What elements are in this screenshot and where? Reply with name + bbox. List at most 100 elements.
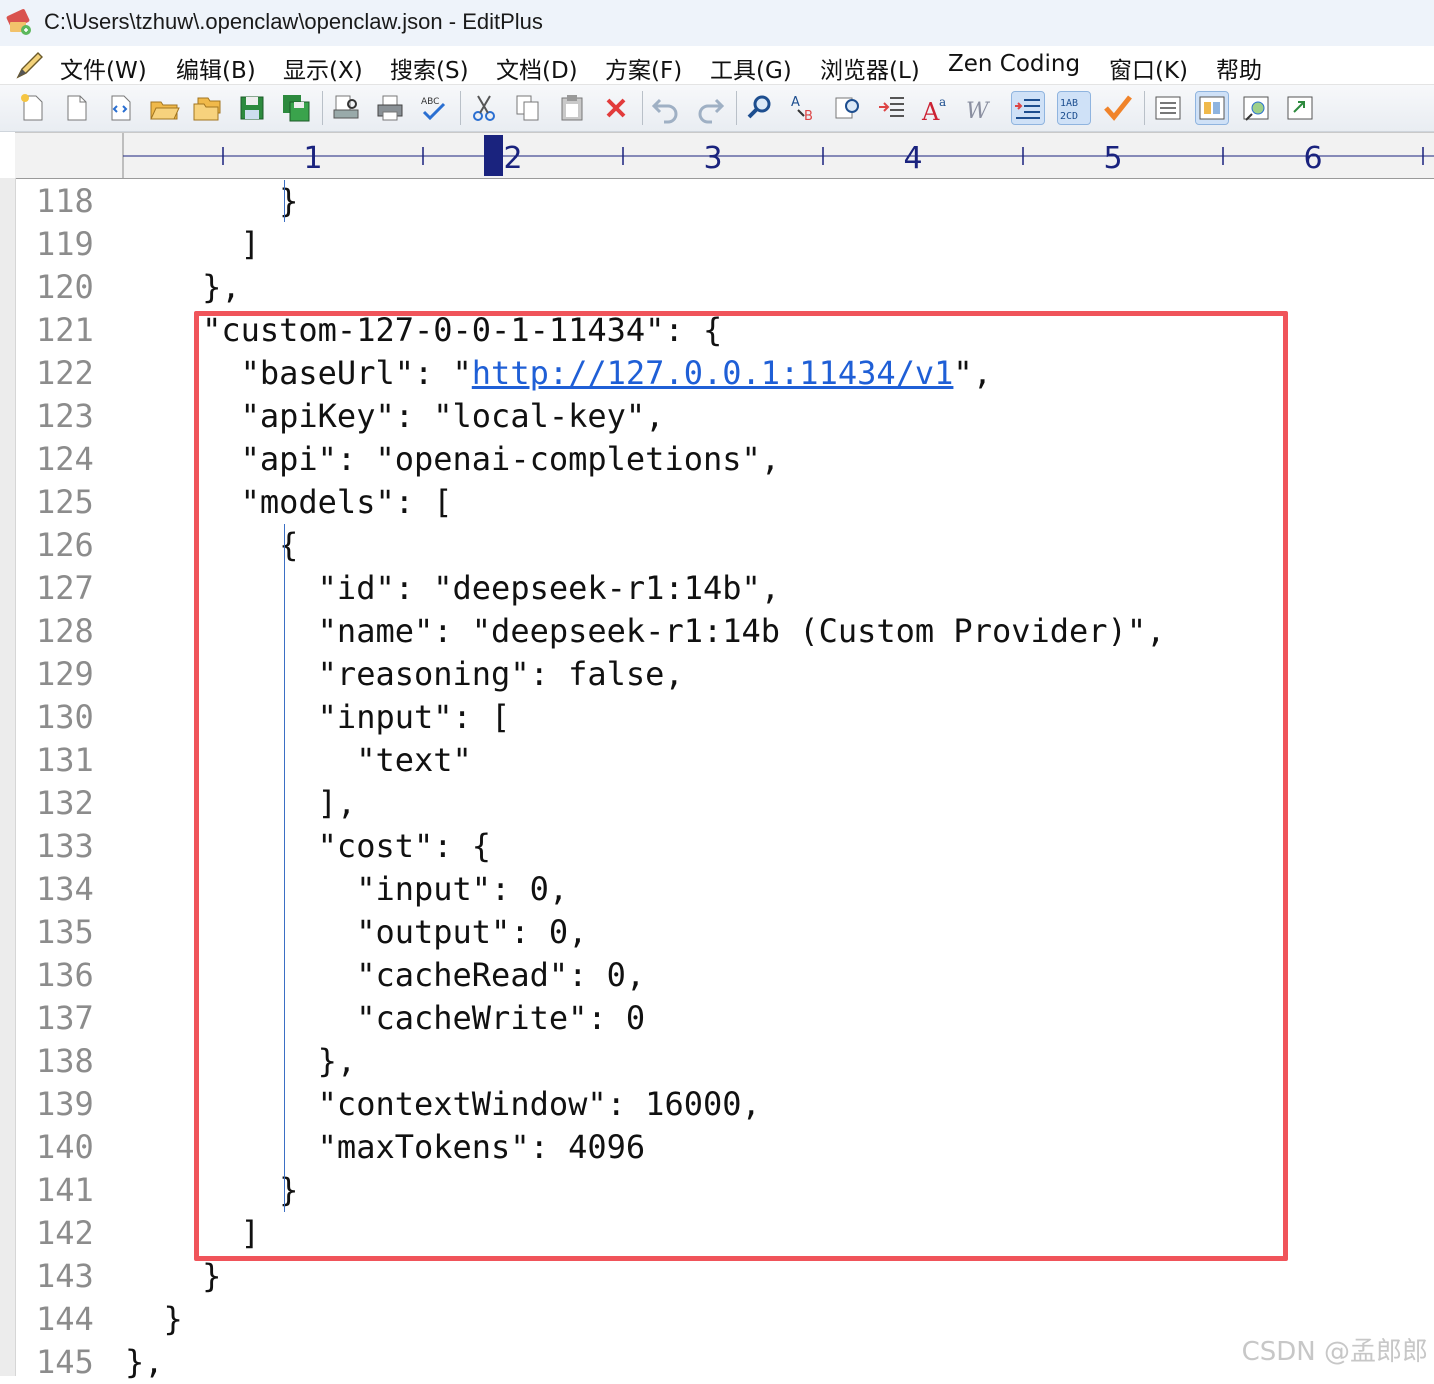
line-number: 129 (36, 655, 94, 693)
new-blank-icon[interactable] (60, 92, 92, 124)
menu-bar: 文件(W) 编辑(B) 显示(X) 搜索(S) 文档(D) 方案(F) 工具(G… (0, 46, 1434, 85)
undo-icon[interactable] (650, 92, 682, 124)
ruler-mark-4: 4 (903, 141, 922, 176)
code-line[interactable]: }, (125, 1341, 164, 1384)
line-number: 139 (36, 1085, 94, 1123)
column-select-icon[interactable]: 1AB 2CD (1057, 91, 1091, 125)
line-number: 126 (36, 526, 94, 564)
menu-document[interactable]: 文档(D) (496, 51, 578, 85)
print-icon[interactable] (374, 92, 406, 124)
code-line[interactable]: } (125, 1255, 221, 1298)
line-number: 132 (36, 784, 94, 822)
browser-preview-icon[interactable] (1240, 92, 1272, 124)
line-number: 124 (36, 440, 94, 478)
svg-text:B: B (804, 109, 813, 124)
open-multiple-icon[interactable] (192, 92, 224, 124)
svg-text:A: A (791, 95, 800, 110)
line-number: 145 (36, 1343, 94, 1381)
line-number: 128 (36, 612, 94, 650)
print-preview-icon[interactable] (330, 92, 362, 124)
line-number: 134 (36, 870, 94, 908)
editor-left-margin (0, 178, 16, 1376)
new-file-icon[interactable] (16, 92, 48, 124)
save-icon[interactable] (236, 92, 268, 124)
highlight-annotation-box (194, 311, 1288, 1261)
toolbar: ABC AB Aa W 1AB 2CD (0, 85, 1434, 132)
code-line[interactable]: } (125, 1298, 183, 1341)
svg-text:2CD: 2CD (1060, 111, 1078, 122)
svg-text:A: A (921, 98, 940, 124)
line-number: 120 (36, 268, 94, 306)
menu-zen-coding[interactable]: Zen Coding (948, 51, 1080, 77)
code-line[interactable]: }, (125, 266, 241, 309)
indent-icon[interactable] (876, 92, 908, 124)
line-number: 123 (36, 397, 94, 435)
copy-icon[interactable] (512, 92, 544, 124)
svg-text:W: W (966, 99, 991, 124)
line-wrap-icon[interactable] (1011, 91, 1045, 125)
editplus-icon (6, 8, 34, 36)
open-folder-icon[interactable] (148, 92, 180, 124)
line-number: 142 (36, 1214, 94, 1252)
output-window-icon[interactable] (1195, 91, 1229, 125)
paste-icon[interactable] (556, 92, 588, 124)
ruler-mark-2: 2 (503, 141, 522, 176)
toolbar-separator (642, 91, 643, 125)
line-number: 118 (36, 182, 94, 220)
ruler-mark-3: 3 (703, 141, 722, 176)
menu-project[interactable]: 方案(F) (605, 51, 682, 85)
ruler-scale: 1 2 3 4 5 6 (122, 133, 1434, 178)
line-number: 143 (36, 1257, 94, 1295)
line-number: 130 (36, 698, 94, 736)
cliptext-icon[interactable] (1284, 92, 1316, 124)
line-number: 136 (36, 956, 94, 994)
line-number: 131 (36, 741, 94, 779)
menu-file[interactable]: 文件(W) (60, 51, 147, 85)
svg-text:a: a (939, 95, 946, 109)
replace-icon[interactable]: AB (788, 92, 820, 124)
indent-guide (284, 180, 285, 222)
title-bar: C:\Users\tzhuw\.openclaw\openclaw.json -… (0, 0, 1434, 46)
menu-edit[interactable]: 编辑(B) (176, 51, 256, 85)
new-html-icon[interactable] (104, 92, 136, 124)
svg-text:ABC: ABC (421, 97, 439, 107)
redo-icon[interactable] (694, 92, 726, 124)
line-number: 133 (36, 827, 94, 865)
code-line[interactable]: } (125, 180, 298, 223)
menu-window[interactable]: 窗口(K) (1109, 51, 1188, 85)
toolbar-separator (322, 91, 323, 125)
menu-tools[interactable]: 工具(G) (710, 51, 792, 85)
window-title: C:\Users\tzhuw\.openclaw\openclaw.json -… (44, 9, 543, 34)
column-ruler: 1 2 3 4 5 6 (15, 132, 1434, 179)
checkmark-icon[interactable] (1102, 92, 1134, 124)
line-number: 125 (36, 483, 94, 521)
code-line[interactable]: ] (125, 223, 260, 266)
save-all-icon[interactable] (280, 92, 312, 124)
ruler-mark-5: 5 (1103, 141, 1122, 176)
pencil-icon (14, 49, 46, 81)
find-in-files-icon[interactable] (832, 92, 864, 124)
line-number: 138 (36, 1042, 94, 1080)
directory-window-icon[interactable] (1152, 92, 1184, 124)
spell-check-icon[interactable]: ABC (418, 92, 450, 124)
word-wrap-icon[interactable]: W (964, 92, 996, 124)
menu-view[interactable]: 显示(X) (283, 51, 363, 85)
line-number: 122 (36, 354, 94, 392)
line-number: 140 (36, 1128, 94, 1166)
line-number: 137 (36, 999, 94, 1037)
watermark: CSDN @孟郎郎 (1241, 1337, 1428, 1367)
line-number: 127 (36, 569, 94, 607)
cut-icon[interactable] (468, 92, 500, 124)
menu-help[interactable]: 帮助 (1216, 51, 1262, 85)
line-number: 141 (36, 1171, 94, 1209)
find-icon[interactable] (744, 92, 776, 124)
svg-text:1AB: 1AB (1060, 98, 1078, 109)
menu-browser[interactable]: 浏览器(L) (820, 51, 920, 85)
menu-search[interactable]: 搜索(S) (390, 51, 469, 85)
delete-icon[interactable] (600, 92, 632, 124)
font-size-icon[interactable]: Aa (920, 92, 952, 124)
ruler-mark-6: 6 (1303, 141, 1322, 176)
line-number: 119 (36, 225, 94, 263)
toolbar-separator (460, 91, 461, 125)
toolbar-separator (736, 91, 737, 125)
